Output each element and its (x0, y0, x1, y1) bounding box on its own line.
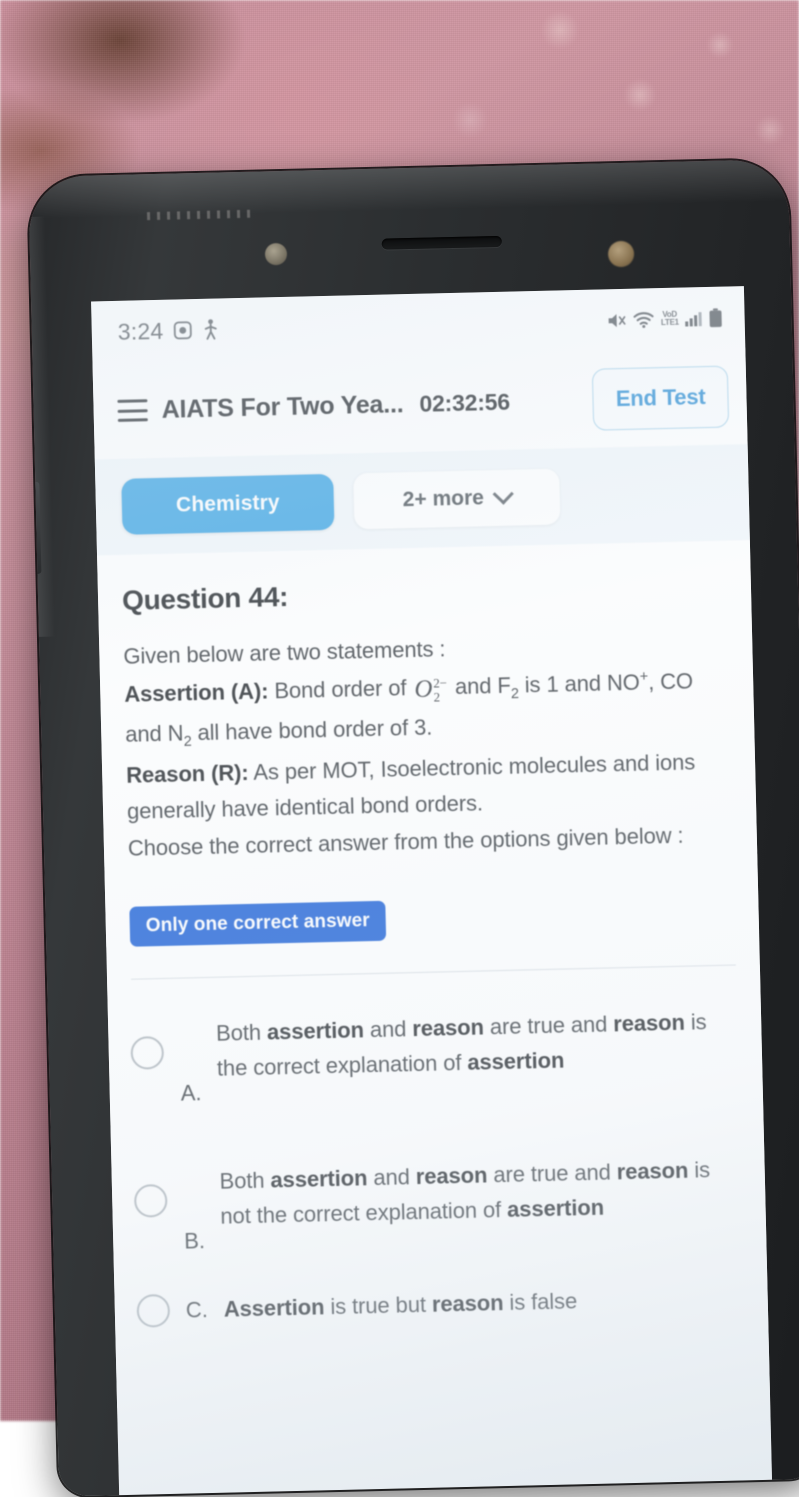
option-letter-b: B. (184, 1228, 205, 1256)
option-text-b: Both assertion and reason are true and r… (219, 1152, 746, 1234)
bezel-speckles (147, 210, 257, 221)
test-title: AIATS For Two Yea... (161, 390, 403, 425)
f-subscript: 2 (511, 686, 519, 702)
assertion-line: Assertion (A): Bond order of O2−2 and F2… (124, 662, 733, 756)
reason-line: Reason (R): As per MOT, Isoelectronic mo… (126, 744, 735, 830)
phone-screen: 3:24 (91, 286, 772, 1495)
option-letter-a: A. (180, 1080, 201, 1108)
radio-button-a[interactable] (130, 1036, 164, 1070)
wifi-icon (633, 310, 655, 329)
assertion-end: all have bond order of 3. (197, 715, 432, 746)
question-statement: Given below are two statements : Asserti… (123, 625, 735, 867)
volte-label-bottom: LTE1 (661, 319, 679, 327)
proximity-sensor-icon (608, 241, 635, 268)
formula-superscript: 2− (433, 677, 447, 691)
assertion-mid: and F (455, 672, 511, 698)
reason-label: Reason (R): (126, 760, 249, 788)
screen-record-icon (172, 320, 192, 340)
radio-button-b[interactable] (134, 1184, 168, 1218)
mute-icon (607, 310, 627, 329)
option-text-c: Assertion is true but reason is false (223, 1284, 577, 1327)
status-bar-clock: 3:24 (117, 317, 163, 345)
option-text-a: Both assertion and reason are true and r… (216, 1005, 743, 1087)
status-badge: Only one correct answer (129, 901, 386, 947)
badge-row: Only one correct answer (104, 854, 759, 947)
assertion-after: is 1 and NO (524, 669, 640, 697)
radio-button-c[interactable] (136, 1294, 170, 1328)
hamburger-menu-icon[interactable] (117, 399, 148, 422)
option-letter-c: C. (186, 1297, 209, 1324)
walking-person-icon (201, 319, 219, 341)
end-test-button[interactable]: End Test (592, 366, 729, 431)
earpiece-speaker (382, 236, 502, 250)
n-subscript: 2 (183, 734, 191, 750)
no-superscript: + (639, 669, 648, 685)
status-bar-right: VoD LTE1 (607, 308, 723, 331)
battery-icon (708, 308, 722, 328)
assertion-label: Assertion (A): (124, 678, 269, 706)
formula-base: O (414, 675, 433, 702)
tab-more-dropdown[interactable]: 2+ more (353, 469, 560, 530)
assertion-pre: Bond order of (274, 675, 407, 703)
phone-device: 3:24 (28, 159, 799, 1497)
formula-subscript: 2 (433, 690, 447, 704)
front-camera-icon (265, 243, 288, 266)
option-b[interactable]: B. Both assertion and reason are true an… (133, 1113, 747, 1275)
answer-options-list: A. Both assertion and reason are true an… (107, 965, 768, 1348)
chevron-down-icon (493, 483, 514, 504)
option-a[interactable]: A. Both assertion and reason are true an… (129, 965, 743, 1127)
app-header: AIATS For Two Yea... 02:32:56 End Test (93, 348, 748, 459)
page-title: Question 44: (122, 571, 730, 617)
status-bar-left: 3:24 (117, 316, 218, 345)
tab-chemistry[interactable]: Chemistry (121, 474, 334, 535)
tab-more-label: 2+ more (402, 486, 484, 512)
question-body: Question 44: Given below are two stateme… (97, 540, 757, 867)
test-timer: 02:32:56 (419, 388, 510, 417)
formula-o2-2minus: O2−2 (412, 669, 450, 710)
subject-tab-strip: Chemistry 2+ more (95, 444, 750, 555)
volte-lte-icon: VoD LTE1 (661, 311, 679, 327)
signal-bars-icon (684, 310, 702, 326)
